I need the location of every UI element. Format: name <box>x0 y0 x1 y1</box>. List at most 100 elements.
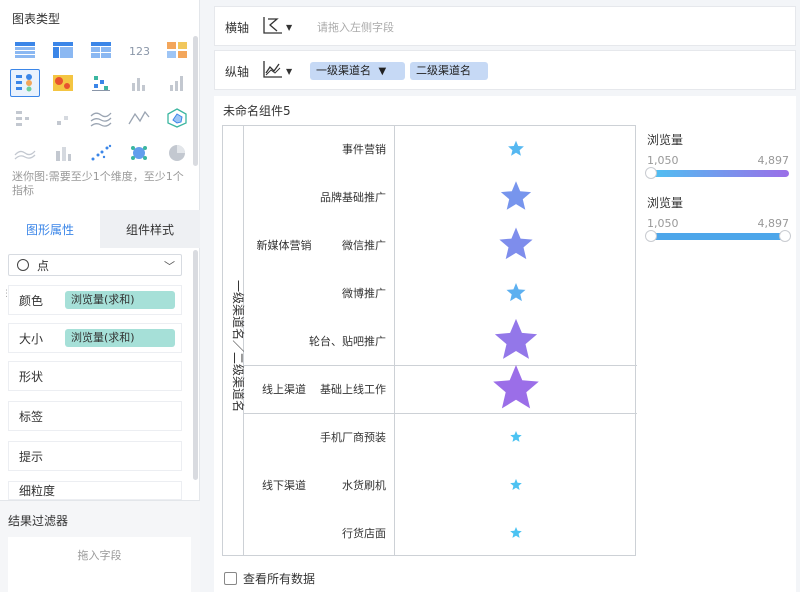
star-point[interactable] <box>510 478 522 490</box>
view-all-checkbox[interactable] <box>224 572 237 585</box>
line-axis-icon[interactable]: ▼ <box>262 59 296 83</box>
legend-title: 浏览量 <box>647 133 684 147</box>
label-property[interactable]: 标签 <box>8 401 182 431</box>
multi-kpi-icon[interactable] <box>162 36 192 64</box>
star-point[interactable] <box>510 431 522 442</box>
caret-down-icon: ▼ <box>286 67 293 76</box>
chart-type-title: 图表类型 <box>12 12 61 26</box>
color-field-chip[interactable]: 浏览量(求和) <box>65 291 175 309</box>
tab-graphic-properties[interactable]: 图形属性 <box>0 210 100 248</box>
size-legend: 浏览量 1,050 4,897 <box>645 194 791 242</box>
filter-icon: ▼ <box>378 66 387 77</box>
view-all-label: 查看所有数据 <box>243 572 316 586</box>
view-all-data[interactable]: 查看所有数据 <box>224 570 315 587</box>
category-label: 基础上线工作 <box>320 383 386 396</box>
category-label: 微信推广 <box>342 239 386 252</box>
chart-frame: 一级渠道名／二级渠道名 新媒体营销 线上渠道 线下渠道 事件营销 品牌基础推广 … <box>222 125 637 556</box>
property-scrollbar[interactable] <box>193 250 198 480</box>
y-axis-label: 纵轴 <box>225 65 250 79</box>
star-point[interactable] <box>508 140 524 156</box>
granularity-label: 细粒度 <box>19 484 56 498</box>
star-point[interactable] <box>494 318 538 359</box>
color-property[interactable]: 颜色 浏览量(求和) <box>8 285 182 315</box>
shape-property[interactable]: 形状 <box>8 361 182 391</box>
result-filter-section: 结果过滤器 拖入字段 <box>0 500 200 592</box>
category-label: 行货店面 <box>342 527 386 540</box>
dot-list-icon[interactable] <box>10 104 40 132</box>
chart-type-scrollbar[interactable] <box>193 36 198 166</box>
scatter-bar-icon[interactable] <box>86 69 116 97</box>
star-point[interactable] <box>500 181 532 210</box>
cluster-icon[interactable] <box>124 139 154 167</box>
mark-type-select[interactable]: 点 ﹀ <box>8 254 182 276</box>
chevron-down-icon: ﹀ <box>164 260 175 273</box>
shape-label: 形状 <box>19 369 44 384</box>
color-gradient-bar <box>645 167 789 179</box>
y-axis-bar: 纵轴 ▼ 一级渠道名 ▼ 二级渠道名 <box>214 50 796 90</box>
category-label: 水货刷机 <box>342 479 386 492</box>
legend-max: 4,897 <box>757 217 790 230</box>
stacked-column-icon[interactable] <box>48 139 78 167</box>
svg-text:123: 123 <box>129 45 150 58</box>
tooltip-property[interactable]: 提示 <box>8 441 182 471</box>
circle-icon <box>17 259 29 271</box>
legend-min: 1,050 <box>647 217 679 230</box>
component-title[interactable]: 未命名组件5 <box>223 102 291 119</box>
category-label: 事件营销 <box>342 143 386 156</box>
chart-component: 未命名组件5 一级渠道名／二级渠道名 新媒体营销 线上渠道 线下渠道 事件营销 … <box>214 96 796 592</box>
kpi-number-icon[interactable]: 123 <box>124 36 154 64</box>
granularity-property[interactable]: 细粒度 <box>8 481 182 500</box>
bubble-icon[interactable] <box>86 139 116 167</box>
x-axis-drop-zone[interactable]: 请拖入左侧字段 <box>317 19 394 35</box>
axis-type-icon[interactable]: ▼ <box>262 15 296 39</box>
line-chart-icon[interactable] <box>124 104 154 132</box>
pie-chart-icon[interactable] <box>162 139 192 167</box>
cross-table-icon[interactable] <box>48 36 78 64</box>
mini-chart-hint: 迷你图:需要至少1个维度，至少1个指标 <box>12 170 184 197</box>
point-chart-icon[interactable] <box>10 69 40 97</box>
legend-title: 浏览量 <box>647 196 684 210</box>
category-label: 微博推广 <box>342 287 386 300</box>
star-point[interactable] <box>510 527 522 538</box>
step-icon[interactable] <box>48 104 78 132</box>
x-axis-label: 横轴 <box>225 21 250 35</box>
category-label: 轮台、贴吧推广 <box>309 335 386 348</box>
heatmap-icon[interactable] <box>48 69 78 97</box>
color-label: 颜色 <box>19 293 44 308</box>
color-legend: 浏览量 1,050 4,897 <box>645 131 790 179</box>
star-point[interactable] <box>493 365 539 409</box>
range-max-handle[interactable] <box>779 230 791 242</box>
field-chip-channel-2[interactable]: 二级渠道名 <box>410 62 488 80</box>
plot-area <box>493 140 539 538</box>
detail-table-icon[interactable] <box>86 36 116 64</box>
bar-chart-icon[interactable] <box>124 69 154 97</box>
tooltip-label: 提示 <box>19 449 44 464</box>
area-chart-icon[interactable] <box>10 139 40 167</box>
category-label: 品牌基础推广 <box>320 191 386 204</box>
mark-type-value: 点 <box>37 258 50 273</box>
legend-max: 4,897 <box>757 154 790 167</box>
left-panel: 图表类型 123 迷你图:需要至少1个维度，至少1个指标 图形属性 组件样式 点… <box>0 0 200 592</box>
legend-min: 1,050 <box>647 154 679 167</box>
label-label: 标签 <box>19 409 44 424</box>
star-point[interactable] <box>499 227 533 260</box>
result-filter-title: 结果过滤器 <box>8 514 69 528</box>
size-property[interactable]: 大小 浏览量(求和) <box>8 323 182 353</box>
range-min-handle[interactable] <box>645 167 657 179</box>
multi-line-icon[interactable] <box>86 104 116 132</box>
radar-icon[interactable] <box>162 104 192 132</box>
filter-drop-zone[interactable]: 拖入字段 <box>8 537 191 592</box>
property-tabs: 图形属性 组件样式 <box>0 210 200 248</box>
chip-label: 一级渠道名 <box>316 64 371 77</box>
caret-down-icon: ▼ <box>286 23 293 32</box>
category-label: 手机厂商预装 <box>320 431 386 444</box>
y-axis-title: 一级渠道名／二级渠道名 <box>231 280 245 413</box>
star-point[interactable] <box>506 283 526 302</box>
column-chart-icon[interactable] <box>162 69 192 97</box>
table-icon[interactable] <box>10 36 40 64</box>
field-chip-channel-1[interactable]: 一级渠道名 ▼ <box>310 62 405 80</box>
size-field-chip[interactable]: 浏览量(求和) <box>65 329 175 347</box>
tab-component-style[interactable]: 组件样式 <box>100 210 200 248</box>
range-min-handle[interactable] <box>645 230 657 242</box>
size-range-bar <box>645 230 791 242</box>
